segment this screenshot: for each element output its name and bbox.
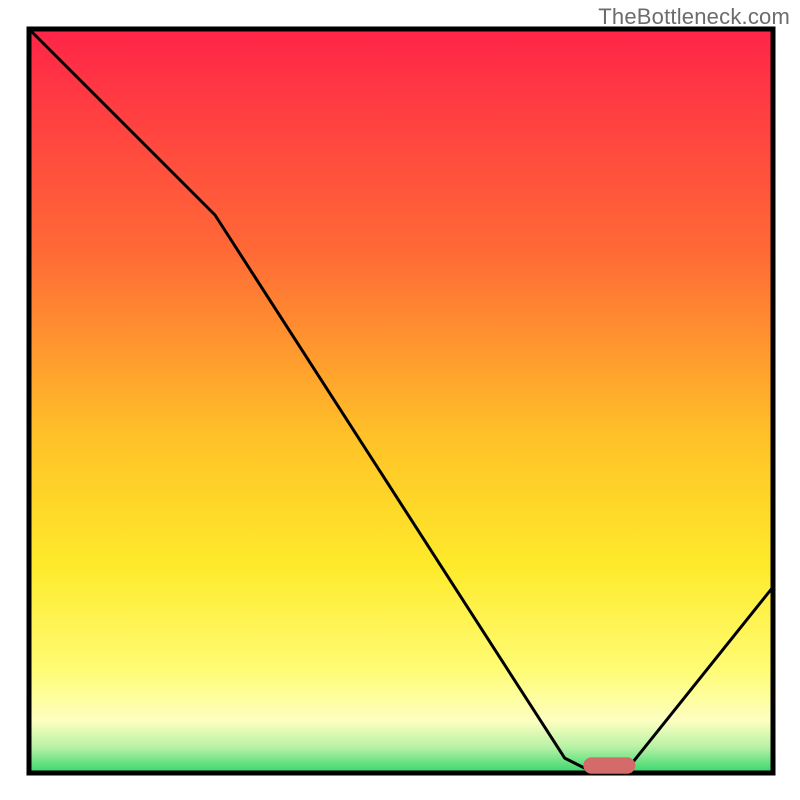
optimal-marker bbox=[583, 757, 635, 773]
bottleneck-chart bbox=[0, 0, 800, 800]
watermark-text: TheBottleneck.com bbox=[598, 4, 790, 30]
chart-container: TheBottleneck.com bbox=[0, 0, 800, 800]
